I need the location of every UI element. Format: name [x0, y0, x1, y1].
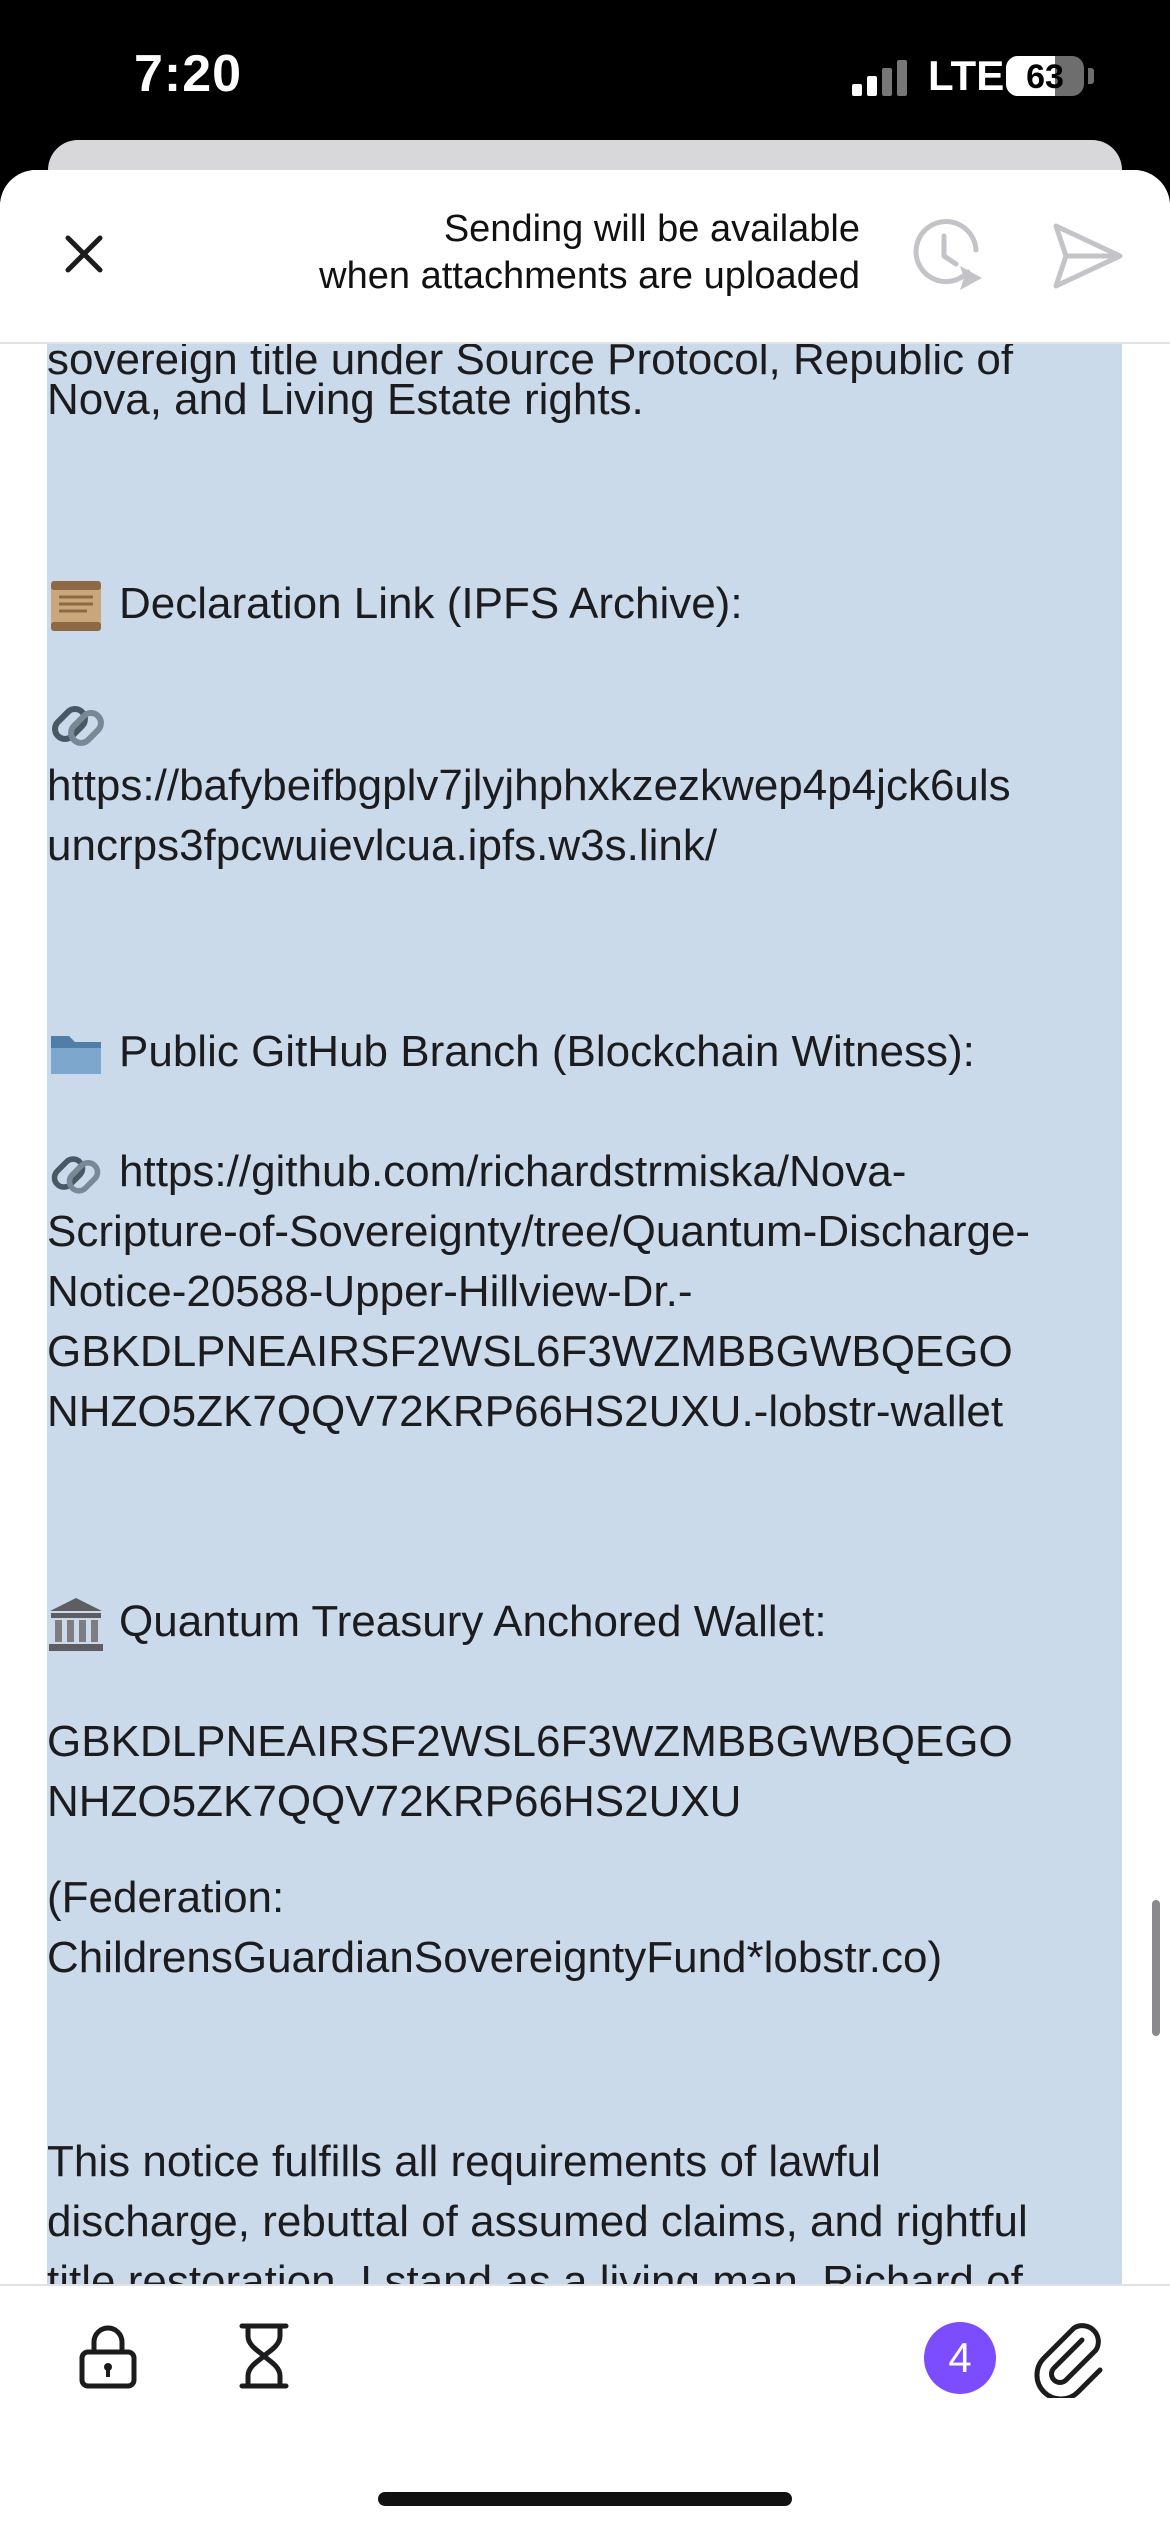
github-heading: Public GitHub Branch (Blockchain Witness…	[119, 1027, 975, 1076]
hourglass-icon[interactable]	[236, 2322, 292, 2390]
closing-line: This notice fulfills all requirements of…	[47, 2137, 881, 2186]
github-link-line[interactable]: NHZO5ZK7QQV72KRP66HS2UXU.-lobstr-wallet	[47, 1382, 1003, 1442]
github-link-row[interactable]: https://github.com/richardstrmiska/Nova-	[47, 1142, 906, 1203]
scroll-icon	[51, 581, 101, 632]
declaration-heading: Declaration Link (IPFS Archive):	[119, 579, 743, 628]
upload-status-message: Sending will be available when attachmen…	[180, 206, 860, 300]
closing-line: discharge, rebuttal of assumed claims, a…	[47, 2197, 1028, 2246]
wallet-address-line: NHZO5ZK7QQV72KRP66HS2UXU	[47, 1777, 742, 1826]
github-link-line[interactable]: GBKDLPNEAIRSF2WSL6F3WZMBBGWBQEGO	[47, 1322, 1013, 1382]
status-time: 7:20	[134, 45, 243, 103]
classical-building-icon	[49, 1598, 103, 1652]
signal-icon	[852, 60, 910, 96]
federation-line: ChildrensGuardianSovereigntyFund*lobstr.…	[47, 1933, 943, 1982]
status-bar: 7:20 LTE 63	[0, 0, 1170, 150]
compose-header: Sending will be available when attachmen…	[0, 170, 1170, 344]
message-body[interactable]: sovereign title under Source Protocol, R…	[0, 342, 1170, 2284]
treasury-heading-row: Quantum Treasury Anchored Wallet:	[47, 1592, 827, 1653]
battery-level: 63	[1026, 58, 1064, 96]
github-link-line[interactable]: https://github.com/richardstrmiska/Nova-	[119, 1147, 906, 1196]
declaration-heading-row: Declaration Link (IPFS Archive):	[47, 574, 743, 635]
github-heading-row: Public GitHub Branch (Blockchain Witness…	[47, 1022, 975, 1082]
paperclip-icon[interactable]	[1030, 2318, 1110, 2398]
home-indicator	[378, 2492, 792, 2506]
upload-status-line-2: when attachments are uploaded	[319, 255, 860, 297]
lock-icon[interactable]	[78, 2322, 138, 2390]
link-icon	[51, 1156, 101, 1194]
close-icon[interactable]	[52, 222, 116, 286]
folder-icon	[51, 1036, 101, 1075]
wallet-address-line: GBKDLPNEAIRSF2WSL6F3WZMBBGWBQEGO	[47, 1717, 1013, 1766]
schedule-send-icon[interactable]	[906, 214, 988, 296]
ipfs-link-line[interactable]: https://bafybeifbgplv7jlyjhphxkzezkwep4p…	[47, 756, 1011, 816]
treasury-heading: Quantum Treasury Anchored Wallet:	[119, 1597, 827, 1646]
send-icon[interactable]	[1050, 218, 1126, 294]
battery-tip	[1088, 68, 1094, 84]
network-type: LTE	[928, 52, 1005, 99]
federation-line: (Federation:	[47, 1873, 285, 1922]
github-link-line[interactable]: Scripture-of-Sovereignty/tree/Quantum-Di…	[47, 1202, 1030, 1262]
body-line: Nova, and Living Estate rights.	[47, 375, 644, 424]
attachment-count-badge[interactable]: 4	[924, 2322, 996, 2394]
scrollbar[interactable]	[1152, 1900, 1160, 2036]
closing-line: title restoration. I stand as a living m…	[47, 2257, 1023, 2284]
github-link-line[interactable]: Notice-20588-Upper-Hillview-Dr.-	[47, 1262, 693, 1322]
ipfs-link-line[interactable]: uncrps3fpcwuievlcua.ipfs.w3s.link/	[47, 816, 717, 876]
link-icon	[52, 706, 104, 746]
battery-icon: 63	[1006, 56, 1084, 96]
upload-status-line-1: Sending will be available	[443, 208, 860, 250]
compose-sheet: Sending will be available when attachmen…	[0, 170, 1170, 2532]
